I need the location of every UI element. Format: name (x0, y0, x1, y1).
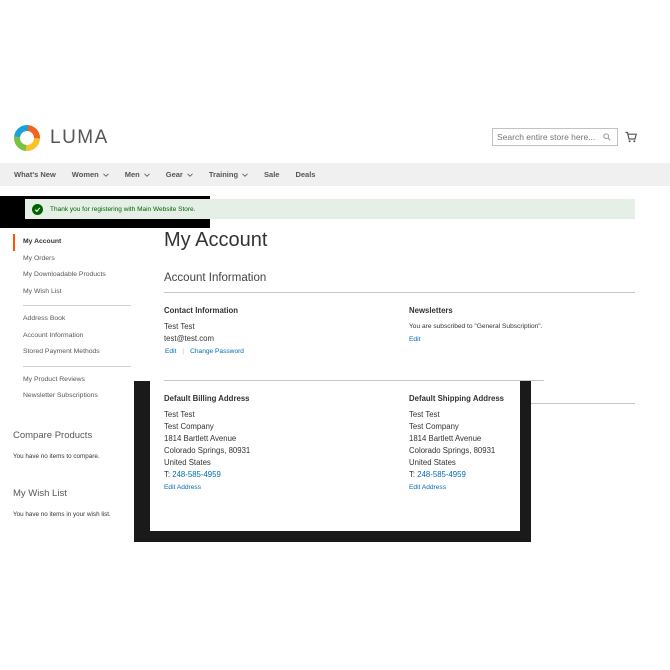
decorative-shadow (520, 381, 531, 541)
sidebar-item-my-orders[interactable]: My Orders (13, 251, 131, 268)
nav-item-sale[interactable]: Sale (264, 170, 279, 179)
search-input[interactable] (493, 132, 601, 142)
brand-name: LUMA (50, 127, 109, 148)
success-message-text: Thank you for registering with Main Webs… (50, 205, 196, 213)
edit-billing-address-link[interactable]: Edit Address (164, 484, 201, 491)
wishlist-empty: You have no items in your wish list. (13, 511, 111, 518)
shipping-company: Test Company (409, 422, 459, 431)
account-sidebar: My Account My Orders My Downloadable Pro… (13, 234, 131, 405)
search-box[interactable] (492, 128, 618, 146)
contact-email: test@test.com (164, 334, 214, 343)
shipping-city: Colorado Springs, 80931 (409, 446, 496, 455)
phone-prefix: T: (164, 470, 171, 479)
edit-contact-link[interactable]: Edit (165, 348, 176, 355)
decorative-shadow (134, 381, 150, 539)
compare-products-empty: You have no items to compare. (13, 453, 100, 460)
account-information-title: Account Information (164, 272, 267, 284)
compare-products-title: Compare Products (13, 430, 93, 441)
chevron-down-icon (187, 173, 193, 177)
link-separator: | (182, 348, 185, 355)
wishlist-title: My Wish List (13, 488, 67, 499)
billing-phone-row: T: 248-585-4959 (164, 470, 221, 479)
nav-item-women[interactable]: Women (72, 170, 109, 179)
default-shipping-title: Default Shipping Address (409, 394, 505, 403)
nav-item-men[interactable]: Men (125, 170, 150, 179)
search-icon[interactable] (601, 131, 613, 143)
main-nav: What's New Women Men Gear Training Sale … (0, 163, 670, 186)
phone-prefix: T: (409, 470, 416, 479)
sidebar-item-my-wish-list[interactable]: My Wish List (13, 284, 131, 301)
page-title: My Account (164, 229, 268, 251)
shipping-name: Test Test (409, 410, 440, 419)
sidebar-divider (23, 365, 131, 367)
sidebar-item-newsletter-subscriptions[interactable]: Newsletter Subscriptions (13, 388, 131, 405)
billing-company: Test Company (164, 422, 214, 431)
contact-links: Edit | Change Password (165, 348, 244, 355)
billing-country: United States (164, 458, 211, 467)
sidebar-divider (23, 305, 131, 306)
shipping-phone-link[interactable]: 248-585-4959 (417, 470, 466, 479)
nav-item-deals[interactable]: Deals (295, 170, 315, 179)
sidebar-item-my-downloadable-products[interactable]: My Downloadable Products (13, 267, 131, 284)
billing-city: Colorado Springs, 80931 (164, 446, 251, 455)
contact-name: Test Test (164, 322, 195, 331)
chevron-down-icon (242, 173, 248, 177)
luma-logo-icon (13, 124, 41, 152)
shipping-phone-row: T: 248-585-4959 (409, 470, 466, 479)
sidebar-item-address-book[interactable]: Address Book (13, 311, 131, 328)
nav-item-whats-new[interactable]: What's New (14, 170, 56, 179)
billing-phone-link[interactable]: 248-585-4959 (172, 470, 221, 479)
nav-item-gear[interactable]: Gear (166, 170, 193, 179)
contact-information-title: Contact Information (164, 306, 239, 315)
success-message: Thank you for registering with Main Webs… (25, 199, 635, 219)
shipping-street: 1814 Bartlett Avenue (409, 434, 482, 443)
billing-street: 1814 Bartlett Avenue (164, 434, 237, 443)
section-divider (164, 292, 635, 293)
sidebar-item-my-account: My Account (13, 234, 131, 251)
chevron-down-icon (143, 173, 150, 177)
default-billing-title: Default Billing Address (164, 394, 250, 403)
nav-item-training[interactable]: Training (209, 170, 248, 179)
edit-shipping-address-link[interactable]: Edit Address (409, 484, 446, 491)
billing-name: Test Test (164, 410, 195, 419)
newsletters-title: Newsletters (409, 306, 453, 315)
decorative-shadow (134, 531, 531, 542)
chevron-down-icon (102, 173, 109, 177)
sidebar-item-stored-payment-methods[interactable]: Stored Payment Methods (13, 344, 131, 361)
cart-icon[interactable] (625, 130, 637, 143)
check-circle-icon (32, 203, 43, 215)
section-divider (164, 380, 544, 381)
sidebar-item-account-information[interactable]: Account Information (13, 328, 131, 345)
newsletters-status: You are subscribed to "General Subscript… (409, 323, 543, 330)
edit-newsletters-link[interactable]: Edit (409, 336, 420, 343)
change-password-link[interactable]: Change Password (190, 348, 244, 355)
luma-logo[interactable]: LUMA (13, 124, 109, 152)
shipping-country: United States (409, 458, 456, 467)
sidebar-item-my-product-reviews[interactable]: My Product Reviews (13, 372, 131, 389)
section-divider (531, 403, 635, 404)
